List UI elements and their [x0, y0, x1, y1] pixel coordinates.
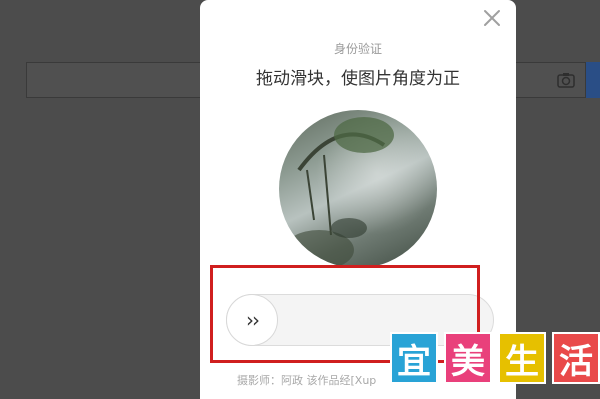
double-chevron-right-icon: ›› [246, 308, 260, 332]
rotated-captcha-image [279, 110, 437, 268]
watermark-char: 活 [552, 332, 600, 384]
watermark-char: 美 [444, 332, 492, 384]
camera-icon [556, 70, 576, 90]
watermark-char: 宜 [390, 332, 438, 384]
watermark-char: 生 [498, 332, 546, 384]
watermark-logo: 宜 美 生 活 [390, 328, 600, 388]
modal-subtitle: 身份验证 [333, 42, 382, 56]
background-search-button [586, 62, 600, 98]
modal-title: 拖动滑块，使图片角度为正 [256, 69, 460, 89]
slider-handle[interactable]: ›› [226, 294, 278, 346]
close-icon[interactable] [480, 6, 504, 30]
